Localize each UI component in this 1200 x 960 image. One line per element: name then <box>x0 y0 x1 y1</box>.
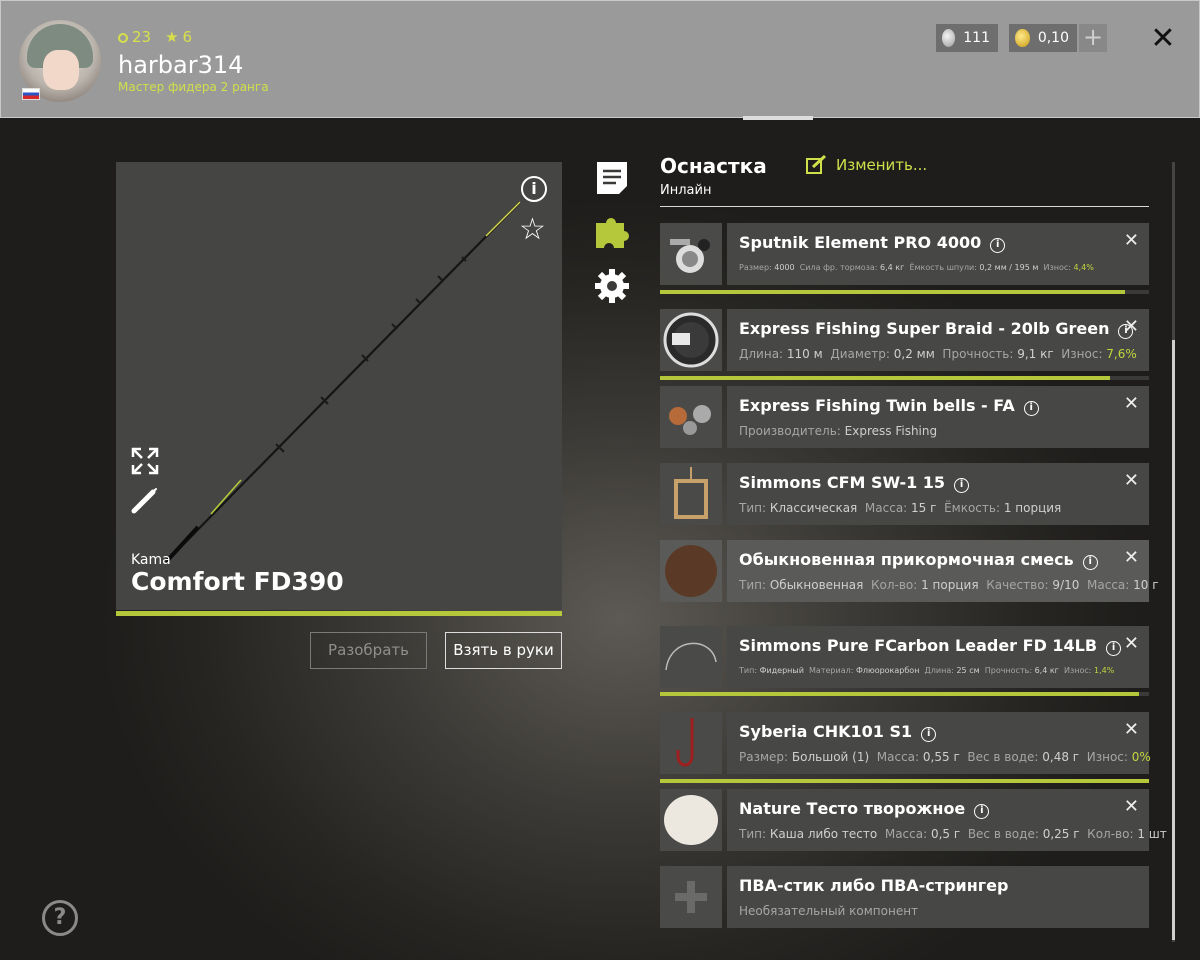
component-card-leader[interactable]: Simmons Pure FCarbon Leader FD 14LB i Тип… <box>727 626 1149 688</box>
take-in-hands-button[interactable]: Взять в руки <box>445 632 562 669</box>
info-icon[interactable]: i <box>954 478 970 493</box>
component-card-line[interactable]: Express Fishing Super Braid - 20lb Green… <box>727 309 1149 371</box>
silver-currency: 111 <box>936 24 998 52</box>
remove-icon[interactable]: ✕ <box>1124 470 1139 491</box>
rod-preview <box>116 162 562 610</box>
favorite-star-icon[interactable]: ☆ <box>519 215 546 245</box>
level-icon <box>118 33 128 43</box>
bait-image <box>664 795 718 845</box>
wear-bar <box>660 290 1125 294</box>
remove-icon[interactable]: ✕ <box>1124 719 1139 740</box>
component-card-reel[interactable]: Sputnik Element PRO 4000 i Размер: 4000 С… <box>727 223 1149 285</box>
tackle-type: Инлайн <box>660 183 712 198</box>
gold-coin-icon <box>1015 29 1030 47</box>
country-flag-icon <box>22 88 40 100</box>
remove-icon[interactable]: ✕ <box>1124 230 1139 251</box>
bells-image <box>669 405 711 435</box>
groundbait-image <box>665 545 717 597</box>
line-thumbnail[interactable] <box>660 309 722 371</box>
component-card-groundbait[interactable]: Обыкновенная прикормочная смесь i Тип: Об… <box>727 540 1159 602</box>
info-icon[interactable]: i <box>521 176 547 202</box>
puzzle-icon[interactable] <box>594 214 630 250</box>
scrollbar-thumb[interactable] <box>1172 340 1175 940</box>
info-icon[interactable]: i <box>1106 641 1122 656</box>
remove-icon[interactable]: ✕ <box>1124 796 1139 817</box>
component-card-bells[interactable]: Express Fishing Twin bells - FA i Произво… <box>727 386 1149 448</box>
info-icon[interactable]: i <box>1082 555 1098 570</box>
stars-indicator: ★ 6 <box>165 28 193 46</box>
pva-slot-thumbnail[interactable] <box>660 866 722 928</box>
feeder-thumbnail[interactable] <box>660 463 722 525</box>
info-icon[interactable]: i <box>921 727 937 742</box>
add-currency-button[interactable]: + <box>1079 24 1107 52</box>
level-indicator: 23 <box>118 28 151 46</box>
component-card-pva[interactable]: ПВА-стик либо ПВА-стрингер Необязательны… <box>727 866 1149 928</box>
tab-indicator <box>743 116 813 120</box>
gear-icon[interactable] <box>594 268 630 304</box>
hook-image <box>676 718 694 767</box>
bells-thumbnail[interactable] <box>660 386 722 448</box>
username: harbar314 <box>118 51 244 79</box>
bait-thumbnail[interactable] <box>660 789 722 851</box>
expand-icon[interactable] <box>131 447 159 475</box>
remove-icon[interactable]: ✕ <box>1124 316 1139 337</box>
reel-image <box>670 239 710 273</box>
info-icon[interactable]: i <box>990 238 1006 253</box>
wear-bar <box>660 376 1110 380</box>
rod-image <box>164 201 521 564</box>
remove-icon[interactable]: ✕ <box>1124 633 1139 654</box>
plus-icon <box>675 881 707 913</box>
rod-icon[interactable] <box>131 486 159 514</box>
silver-coin-icon <box>942 29 956 47</box>
help-icon[interactable]: ? <box>42 900 78 936</box>
remove-icon[interactable]: ✕ <box>1124 547 1139 568</box>
rod-name: Comfort FD390 <box>131 567 344 596</box>
leader-image <box>665 642 717 671</box>
gold-currency: 0,10 <box>1009 24 1077 52</box>
player-stats: 23 ★ 6 <box>118 28 192 46</box>
edit-icon <box>806 155 827 174</box>
disassemble-button[interactable]: Разобрать <box>310 632 427 669</box>
remove-icon[interactable]: ✕ <box>1124 393 1139 414</box>
document-icon[interactable] <box>594 160 630 196</box>
close-button[interactable]: ✕ <box>1149 24 1177 54</box>
component-card-feeder[interactable]: Simmons CFM SW-1 15 i Тип: Классическая М… <box>727 463 1149 525</box>
component-card-hook[interactable]: Syberia CHK101 S1 i Размер: Большой (1) М… <box>727 712 1151 774</box>
star-icon: ★ <box>165 28 179 46</box>
groundbait-thumbnail[interactable] <box>660 540 722 602</box>
feeder-image <box>674 467 708 519</box>
line-spool-image <box>663 312 719 368</box>
edit-tackle-button[interactable]: Изменить... <box>806 155 927 175</box>
wear-bar <box>660 779 1149 783</box>
component-card-bait[interactable]: Nature Тесто творожное i Тип: Каша либо т… <box>727 789 1167 851</box>
tackle-title: Оснастка <box>660 154 767 178</box>
header-divider <box>660 206 1149 207</box>
info-icon[interactable]: i <box>1023 401 1039 416</box>
wear-bar <box>660 692 1140 696</box>
profile-header: 23 ★ 6 harbar314 Мастер фидера 2 ранга 11… <box>0 0 1200 118</box>
rod-brand: Kama <box>131 552 171 568</box>
rod-wear-bar <box>116 611 562 616</box>
hook-thumbnail[interactable] <box>660 712 722 774</box>
info-icon[interactable]: i <box>974 804 990 819</box>
player-rank: Мастер фидера 2 ранга <box>118 80 269 94</box>
reel-thumbnail[interactable] <box>660 223 722 285</box>
leader-thumbnail[interactable] <box>660 626 722 688</box>
